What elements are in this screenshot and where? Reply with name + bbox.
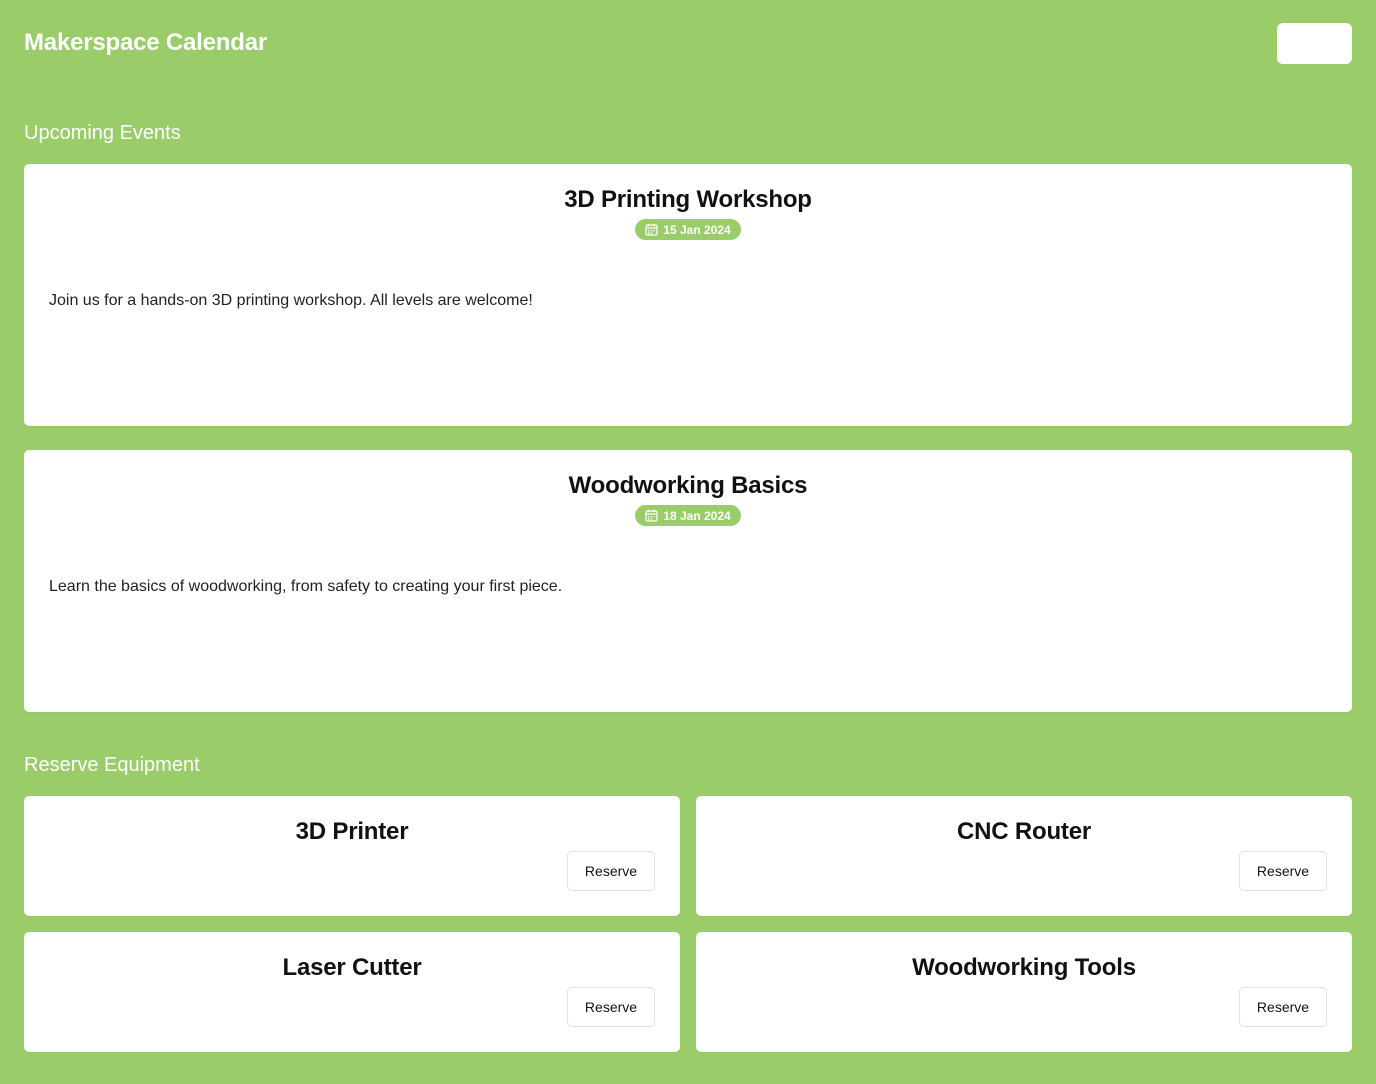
reserve-button[interactable]: Reserve	[1239, 851, 1327, 891]
equipment-name: Laser Cutter	[282, 954, 422, 981]
upcoming-events-heading: Upcoming Events	[24, 122, 181, 144]
event-title: 3D Printing Workshop	[564, 186, 812, 213]
event-date-badge: 15 Jan 2024	[635, 219, 741, 240]
app-title: Makerspace Calendar	[24, 29, 267, 56]
reserve-equipment-heading: Reserve Equipment	[24, 754, 200, 776]
calendar-icon	[645, 509, 658, 522]
reserve-button[interactable]: Reserve	[567, 987, 655, 1027]
reserve-button[interactable]: Reserve	[567, 851, 655, 891]
event-card: Woodworking Basics 18 Jan 2024 Learn the…	[24, 450, 1352, 712]
event-date: 18 Jan 2024	[663, 508, 731, 523]
header-button[interactable]	[1277, 23, 1352, 64]
equipment-name: CNC Router	[957, 818, 1091, 845]
equipment-card: Woodworking Tools Reserve	[696, 932, 1352, 1052]
event-date: 15 Jan 2024	[663, 222, 731, 237]
equipment-name: Woodworking Tools	[912, 954, 1136, 981]
event-description: Learn the basics of woodworking, from sa…	[49, 578, 563, 595]
event-description: Join us for a hands-on 3D printing works…	[49, 292, 533, 309]
calendar-icon	[645, 223, 658, 236]
equipment-card: CNC Router Reserve	[696, 796, 1352, 916]
equipment-card: Laser Cutter Reserve	[24, 932, 680, 1052]
event-card: 3D Printing Workshop 15 Jan 2024 Join us…	[24, 164, 1352, 426]
reserve-button[interactable]: Reserve	[1239, 987, 1327, 1027]
equipment-card: 3D Printer Reserve	[24, 796, 680, 916]
event-date-badge: 18 Jan 2024	[635, 505, 741, 526]
event-title: Woodworking Basics	[568, 472, 808, 499]
equipment-name: 3D Printer	[295, 818, 409, 845]
